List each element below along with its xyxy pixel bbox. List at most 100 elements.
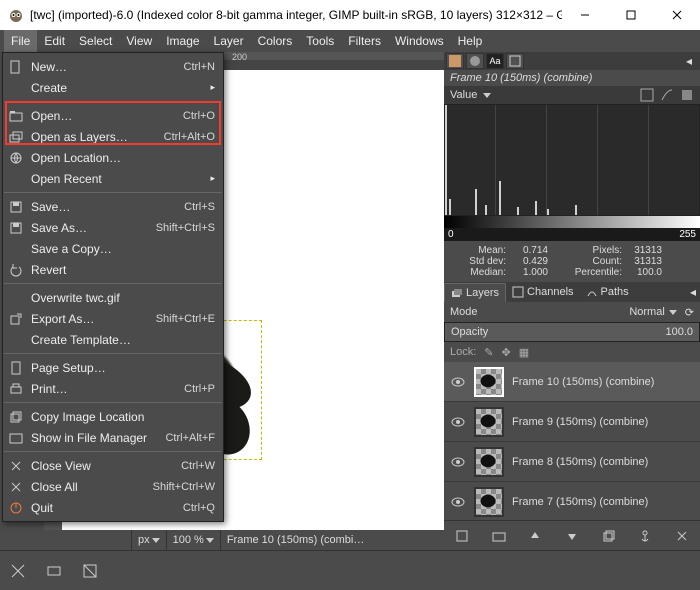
close-icon [9,459,23,473]
file-menu-item[interactable]: QuitCtrl+Q [3,497,223,518]
status-text: Frame 10 (150ms) (combi… [221,530,444,550]
file-menu-item[interactable]: Close ViewCtrl+W [3,455,223,476]
status-icon-3[interactable] [72,551,108,590]
file-menu-item[interactable]: Page Setup… [3,357,223,378]
canvas-footer: px 100 % Frame 10 (150ms) (combi… [44,530,444,550]
mode-label: Mode [450,306,625,318]
hist-log-icon[interactable] [660,88,674,102]
tab-layers[interactable]: Layers [444,283,506,302]
globe-icon [9,151,23,165]
menu-file[interactable]: File [4,30,37,52]
file-menu-item[interactable]: Revert [3,259,223,280]
channel-select[interactable]: Value [450,89,477,101]
layers-dock-tabs: Layers Channels Paths ◂ [444,282,700,302]
anchor-layer-icon[interactable] [638,529,652,543]
maximize-button[interactable] [608,0,654,30]
layer-name: Frame 10 (150ms) (combine) [512,376,694,388]
menubar: File Edit Select View Image Layer Colors… [0,30,700,52]
menu-filters[interactable]: Filters [341,30,388,52]
duplicate-layer-icon[interactable] [602,529,616,543]
tab-paths[interactable]: Paths [580,283,635,302]
page-icon [9,361,23,375]
right-dock: Aa ◂ Frame 10 (150ms) (combine) Value [444,52,700,550]
file-menu-item[interactable]: Create▸ [3,77,223,98]
file-menu-item[interactable]: Open Recent▸ [3,168,223,189]
file-menu-item[interactable]: Close AllShift+Ctrl+W [3,476,223,497]
histogram-range: 0255 [444,228,700,241]
copy-icon [9,410,23,424]
eye-icon[interactable] [450,414,466,430]
hist-linear-icon[interactable] [640,88,654,102]
status-icon-2[interactable] [36,551,72,590]
tab-channels[interactable]: Channels [506,283,579,302]
lock-pixels-icon[interactable]: ✎ [484,346,493,359]
lock-position-icon[interactable]: ✥ [502,346,511,359]
delete-layer-icon[interactable] [675,529,689,543]
close-button[interactable] [654,0,700,30]
gimp-icon [8,7,24,23]
eye-icon[interactable] [450,494,466,510]
unit-selector[interactable]: px [132,530,167,550]
palette-tab[interactable] [446,53,464,69]
new-layer-icon[interactable] [455,529,469,543]
menu-colors[interactable]: Colors [251,30,300,52]
print-icon [9,382,23,396]
layer-row[interactable]: Frame 9 (150ms) (combine) [444,402,700,442]
histogram [444,104,700,216]
layer-row[interactable]: Frame 10 (150ms) (combine) [444,362,700,402]
layers-icon [9,130,23,144]
menu-select[interactable]: Select [72,30,119,52]
mode-reset-icon[interactable]: ⟳ [685,306,694,319]
file-menu-item[interactable]: Create Template… [3,329,223,350]
menu-windows[interactable]: Windows [388,30,451,52]
file-menu-item[interactable]: Print…Ctrl+P [3,378,223,399]
file-menu-item[interactable]: Open…Ctrl+O [3,105,223,126]
blank-icon [9,242,23,256]
file-menu-item[interactable]: Open Location… [3,147,223,168]
file-menu-item[interactable]: Copy Image Location [3,406,223,427]
file-menu-item[interactable]: Show in File ManagerCtrl+Alt+F [3,427,223,448]
file-menu-item[interactable]: New…Ctrl+N [3,56,223,77]
histogram-title: Frame 10 (150ms) (combine) [444,70,700,86]
eye-icon[interactable] [450,454,466,470]
layers-list: Frame 10 (150ms) (combine) Frame 9 (150ms… [444,362,700,520]
file-menu-item[interactable]: Open as Layers…Ctrl+Alt+O [3,126,223,147]
mode-select[interactable]: Normal [629,306,664,318]
layer-name: Frame 7 (150ms) (combine) [512,496,694,508]
layer-row[interactable]: Frame 8 (150ms) (combine) [444,442,700,482]
file-menu-item[interactable]: Export As…Shift+Ctrl+E [3,308,223,329]
file-menu-item[interactable]: Save…Ctrl+S [3,196,223,217]
dock-menu[interactable]: ◂ [680,53,698,69]
layer-thumbnail [474,407,504,437]
menu-image[interactable]: Image [159,30,206,52]
menu-edit[interactable]: Edit [37,30,72,52]
minimize-button[interactable] [562,0,608,30]
blank-icon [9,291,23,305]
hist-rgb-icon[interactable] [680,88,694,102]
lower-layer-icon[interactable] [565,529,579,543]
layer-row[interactable]: Frame 7 (150ms) (combine) [444,482,700,520]
file-menu-item[interactable]: Save a Copy… [3,238,223,259]
statusbar [0,550,700,590]
layer-name: Frame 9 (150ms) (combine) [512,416,694,428]
lock-row: Lock: ✎ ✥ ▦ [444,342,700,362]
font-tab[interactable]: Aa [486,53,504,69]
menu-help[interactable]: Help [451,30,490,52]
opacity-slider[interactable]: Opacity 100.0 [444,322,700,342]
zoom-selector[interactable]: 100 % [167,530,221,550]
file-menu-item[interactable]: Overwrite twc.gif [3,287,223,308]
menu-tools[interactable]: Tools [299,30,341,52]
saveas-icon [9,221,23,235]
raise-layer-icon[interactable] [528,529,542,543]
menu-layer[interactable]: Layer [207,30,251,52]
dock-menu-2[interactable]: ◂ [686,285,700,299]
eye-icon[interactable] [450,374,466,390]
brush-tab[interactable] [466,53,484,69]
lock-alpha-icon[interactable]: ▦ [519,346,529,359]
menu-view[interactable]: View [119,30,159,52]
save-icon [9,200,23,214]
history-tab[interactable] [506,53,524,69]
layer-group-icon[interactable] [492,529,506,543]
file-menu-item[interactable]: Save As…Shift+Ctrl+S [3,217,223,238]
status-icon-1[interactable] [0,551,36,590]
